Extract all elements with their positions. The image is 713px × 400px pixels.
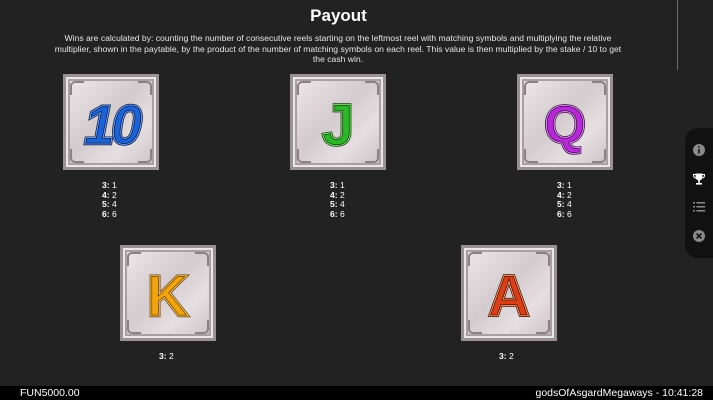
svg-text:J: J bbox=[322, 93, 354, 158]
symbol-q-card: Q Q bbox=[517, 74, 613, 170]
symbol-10-card: 10 10 bbox=[63, 74, 159, 170]
svg-text:10: 10 bbox=[84, 93, 142, 156]
symbol-j-payouts: 3: 1 4: 2 5: 4 6: 6 bbox=[330, 180, 345, 219]
j-symbol-icon: J J bbox=[321, 92, 356, 160]
symbol-q-payouts: 3: 1 4: 2 5: 4 6: 6 bbox=[557, 180, 572, 219]
k-symbol-icon: K K bbox=[146, 263, 191, 331]
game-name-clock: godsOfAsgardMegaways - 10:41:28 bbox=[535, 387, 703, 399]
payout-row: 3: 2 bbox=[159, 351, 174, 361]
status-bar: FUN5000.00 godsOfAsgardMegaways - 10:41:… bbox=[0, 386, 713, 400]
ten-symbol-icon: 10 10 bbox=[83, 92, 148, 158]
rules-button[interactable] bbox=[692, 200, 706, 214]
payout-row: 6: 6 bbox=[102, 208, 117, 219]
side-menu bbox=[685, 128, 713, 258]
balance-display: FUN5000.00 bbox=[20, 387, 80, 399]
a-symbol-icon: A A bbox=[487, 263, 531, 331]
symbol-a-card: A A bbox=[461, 245, 557, 341]
info-button[interactable] bbox=[692, 143, 706, 157]
svg-text:Q: Q bbox=[544, 95, 586, 155]
symbol-j-card: J J bbox=[290, 74, 386, 170]
payout-row: 6: 6 bbox=[557, 208, 572, 219]
symbol-a-payouts: 3: 2 bbox=[499, 351, 514, 362]
symbol-k-payouts: 3: 2 bbox=[159, 351, 174, 362]
scrollbar[interactable] bbox=[677, 0, 678, 70]
info-icon bbox=[693, 144, 705, 156]
svg-text:A: A bbox=[488, 264, 530, 329]
page-title: Payout bbox=[310, 6, 367, 25]
trophy-icon bbox=[692, 173, 706, 185]
close-button[interactable] bbox=[692, 229, 706, 243]
svg-text:K: K bbox=[147, 264, 189, 329]
symbol-10-payouts: 3: 1 4: 2 5: 4 6: 6 bbox=[102, 180, 117, 219]
symbol-k-card: K K bbox=[120, 245, 216, 341]
payout-description: Wins are calculated by: counting the num… bbox=[54, 33, 622, 65]
q-symbol-icon: Q Q bbox=[543, 94, 588, 157]
payout-row: 3: 2 bbox=[499, 351, 514, 361]
list-icon bbox=[693, 202, 705, 212]
payout-row: 6: 6 bbox=[330, 208, 345, 219]
payout-button[interactable] bbox=[692, 172, 706, 186]
close-icon bbox=[693, 230, 705, 242]
